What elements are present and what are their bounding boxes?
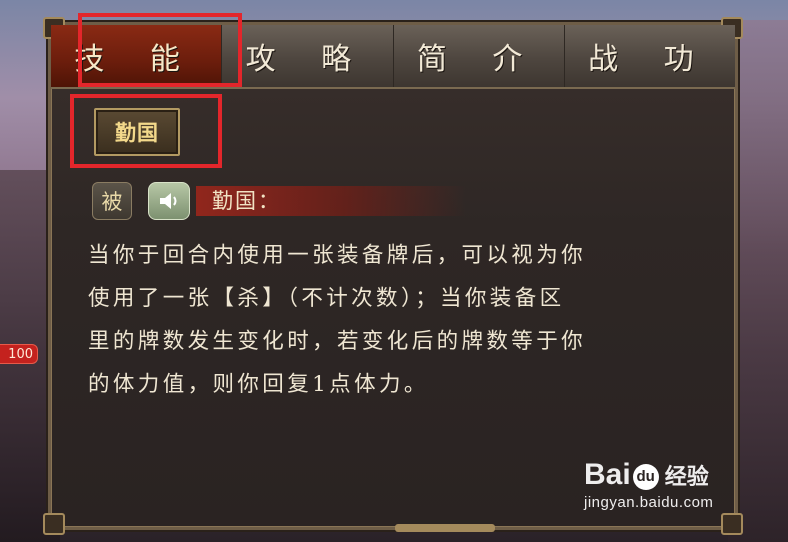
- paw-icon: du: [632, 464, 659, 490]
- tab-achievements[interactable]: 战 功: [565, 25, 735, 87]
- tab-strategy[interactable]: 攻 略: [222, 25, 394, 87]
- bottom-ornament: [395, 524, 495, 532]
- speaker-icon-graphic: [160, 193, 177, 209]
- watermark-brand: Bai: [584, 458, 631, 491]
- skill-select-button[interactable]: 勤国: [94, 108, 180, 156]
- description-line: 使用了一张【杀】（不计次数）；当你装备区: [88, 286, 565, 311]
- description-line: 当你于回合内使用一张装备牌后，可以视为你: [88, 243, 587, 268]
- skill-name: 勤国：: [212, 189, 281, 213]
- tab-skills[interactable]: 技 能: [51, 25, 223, 87]
- description-line: 里的牌数发生变化时，若变化后的牌数等于你: [88, 329, 587, 354]
- corner-ornament: [43, 513, 65, 535]
- side-count-badge: 100: [0, 344, 38, 364]
- speaker-icon[interactable]: [148, 182, 190, 220]
- tab-bar: 技 能 攻 略 简 介 战 功: [51, 25, 735, 89]
- watermark-url: jingyan.baidu.com: [584, 494, 714, 511]
- passive-skill-badge: 被: [92, 182, 132, 220]
- tab-intro[interactable]: 简 介: [394, 25, 565, 87]
- skill-description: 当你于回合内使用一张装备牌后，可以视为你 使用了一张【杀】（不计次数）；当你装备…: [88, 234, 728, 406]
- baidu-jingyan-watermark: Bai du 经验 jingyan.baidu.com: [584, 458, 744, 528]
- watermark-brand-cn: 经验: [664, 464, 709, 489]
- skill-header-row: 被 勤国：: [92, 182, 466, 220]
- description-line: 的体力值，则你回复1点体力。: [88, 372, 429, 397]
